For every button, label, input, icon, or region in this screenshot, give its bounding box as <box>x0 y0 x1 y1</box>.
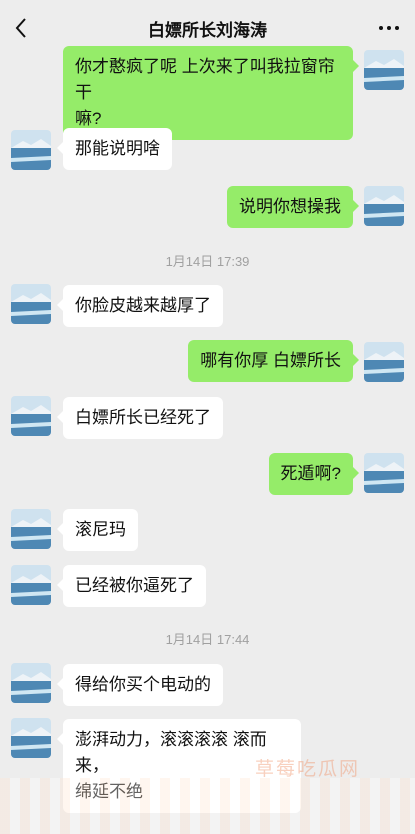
message-bubble[interactable]: 得给你买个电动的 <box>57 664 223 706</box>
watermark-text: 草莓吃瓜网 <box>255 759 361 780</box>
avatar[interactable] <box>11 130 51 170</box>
chat-title: 白嫖所长刘海涛 <box>148 20 267 40</box>
chevron-left-icon[interactable] <box>10 16 34 40</box>
message-bubble[interactable]: 死遁啊? <box>268 453 360 495</box>
message-bubble[interactable]: 你脸皮越来越厚了 <box>57 285 223 327</box>
message-bubble[interactable]: 白嫖所长已经死了 <box>57 397 223 439</box>
avatar[interactable] <box>11 509 51 549</box>
message-bubble[interactable]: 那能说明啥 <box>57 128 172 170</box>
avatar[interactable] <box>364 342 404 382</box>
watermark-strip <box>0 778 415 834</box>
avatar[interactable] <box>11 284 51 324</box>
avatar[interactable] <box>11 718 51 758</box>
avatar[interactable] <box>364 453 404 493</box>
message-bubble[interactable]: 说明你想操我 <box>227 186 359 228</box>
message-bubble[interactable]: 哪有你厚 白嫖所长 <box>188 340 359 382</box>
avatar[interactable] <box>11 565 51 605</box>
avatar[interactable] <box>364 50 404 90</box>
timestamp: 1月14日 17:39 <box>165 254 250 269</box>
message-bubble[interactable]: 你才憨疯了呢 上次来了叫我拉窗帘干 嘛? <box>63 46 359 140</box>
avatar[interactable] <box>11 663 51 703</box>
avatar[interactable] <box>11 396 51 436</box>
message-bubble[interactable]: 滚尼玛 <box>57 509 138 551</box>
message-bubble[interactable]: 已经被你逼死了 <box>57 565 206 607</box>
avatar[interactable] <box>364 186 404 226</box>
timestamp: 1月14日 17:44 <box>165 632 250 647</box>
more-dots-icon[interactable] <box>377 18 401 38</box>
